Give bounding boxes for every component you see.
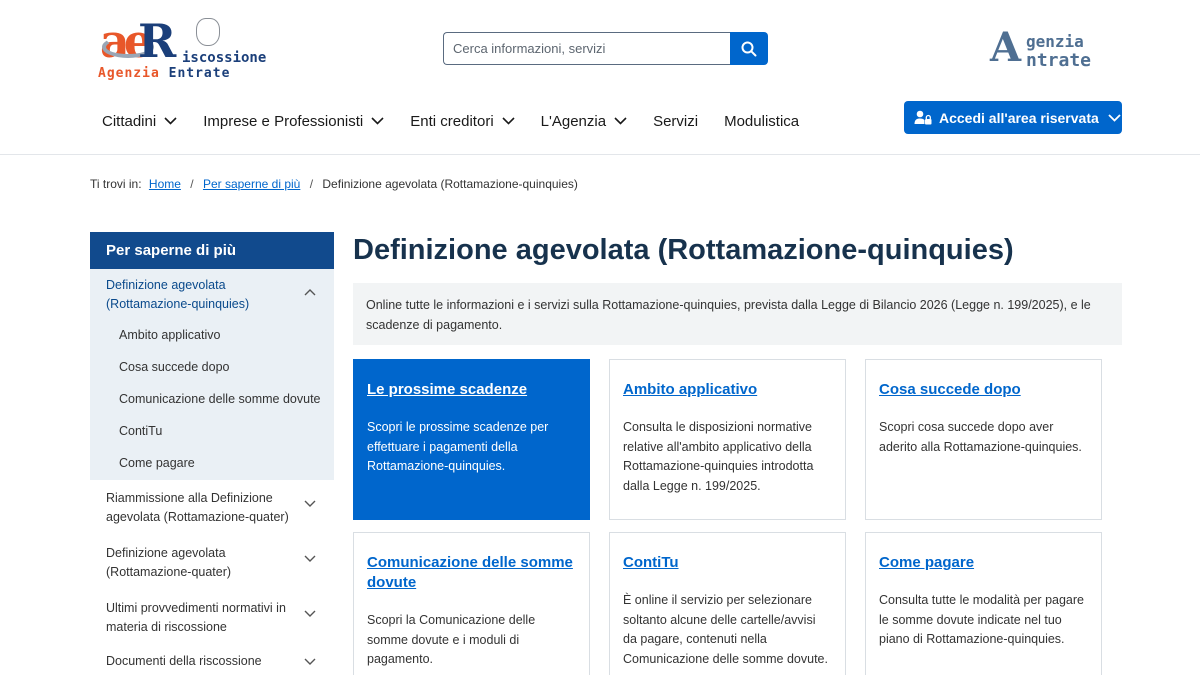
breadcrumb-per-saperne-link[interactable]: Per saperne di più xyxy=(203,177,300,191)
card-title-link[interactable]: Le prossime scadenze xyxy=(367,380,576,400)
card-text: Consulta tutte le modalità per pagare le… xyxy=(879,593,1084,646)
chevron-down-icon xyxy=(304,500,316,507)
chevron-down-icon xyxy=(164,117,177,125)
card-text: Scopri la Comunicazione delle somme dovu… xyxy=(367,613,536,666)
card-text: Scopri cosa succede dopo aver aderito al… xyxy=(879,420,1082,454)
breadcrumb: Ti trovi in: Home / Per saperne di più /… xyxy=(90,177,578,191)
sidebar-active-group: Definizione agevolata (Rottamazione-quin… xyxy=(90,269,334,480)
card-title-link[interactable]: ContiTu xyxy=(623,553,832,573)
chevron-down-icon xyxy=(304,610,316,617)
nav-item-cittadini[interactable]: Cittadini xyxy=(102,113,177,130)
card-text: È online il servizio per selezionare sol… xyxy=(623,593,828,666)
breadcrumb-separator: / xyxy=(190,177,194,191)
page-title: Definizione agevolata (Rottamazione-quin… xyxy=(353,234,1014,266)
card-come-pagare[interactable]: Come pagare Consulta tutte le modalità p… xyxy=(865,532,1102,675)
search-input[interactable] xyxy=(443,32,731,65)
access-button-label: Accedi all'area riservata xyxy=(939,109,1099,126)
intro-box: Online tutte le informazioni e i servizi… xyxy=(353,283,1122,345)
card-prossime-scadenze[interactable]: Le prossime scadenze Scopri le prossime … xyxy=(353,359,590,520)
card-cosa-succede-dopo[interactable]: Cosa succede dopo Scopri cosa succede do… xyxy=(865,359,1102,520)
card-title-link[interactable]: Ambito applicativo xyxy=(623,380,832,400)
breadcrumb-separator: / xyxy=(309,177,314,191)
card-title-link[interactable]: Comunicazione delle somme dovute xyxy=(367,553,576,593)
nav-item-servizi[interactable]: Servizi xyxy=(653,113,698,130)
sidebar-nav: Per saperne di più Definizione agevolata… xyxy=(90,232,334,675)
card-text: Scopri le prossime scadenze per effettua… xyxy=(367,420,549,473)
agenzia-entrate-logo[interactable]: A genzia ntrate xyxy=(990,24,1115,72)
card-title-link[interactable]: Come pagare xyxy=(879,553,1088,573)
chevron-down-icon xyxy=(371,117,384,125)
sidebar-item-riammissione[interactable]: Riammissione alla Definizione agevolata … xyxy=(90,480,334,535)
sidebar-child-cosa-succede-dopo[interactable]: Cosa succede dopo xyxy=(90,352,334,384)
card-title-link[interactable]: Cosa succede dopo xyxy=(879,380,1088,400)
riscossione-logo[interactable]: ae R iscossione Agenzia Entrate xyxy=(98,14,278,82)
sidebar-item-provvedimenti[interactable]: Ultimi provvedimenti normativi in materi… xyxy=(90,590,334,645)
chevron-down-icon xyxy=(1108,113,1121,122)
main-nav: Cittadini Imprese e Professionisti Enti … xyxy=(102,110,825,132)
nav-item-enti-creditori[interactable]: Enti creditori xyxy=(410,113,515,130)
card-ambito-applicativo[interactable]: Ambito applicativo Consulta le disposizi… xyxy=(609,359,846,520)
logo-line-ntrate: ntrate xyxy=(1026,50,1092,71)
sidebar-title: Per saperne di più xyxy=(90,232,334,269)
chevron-down-icon xyxy=(614,117,627,125)
card-text: Consulta le disposizioni normative relat… xyxy=(623,420,814,493)
logo-subtitle: Agenzia Entrate xyxy=(98,66,231,81)
card-comunicazione-somme[interactable]: Comunicazione delle somme dovute Scopri … xyxy=(353,532,590,675)
chevron-down-icon xyxy=(304,658,316,665)
sidebar-item-documenti[interactable]: Documenti della riscossione xyxy=(90,645,334,675)
user-lock-icon xyxy=(914,110,932,125)
logo-mark-a: A xyxy=(990,24,1022,71)
breadcrumb-home-link[interactable]: Home xyxy=(149,177,181,191)
card-contitu[interactable]: ContiTu È online il servizio per selezio… xyxy=(609,532,846,675)
nav-item-modulistica[interactable]: Modulistica xyxy=(724,113,799,130)
sidebar-child-comunicazione[interactable]: Comunicazione delle somme dovute xyxy=(90,384,334,416)
chevron-up-icon xyxy=(304,289,316,296)
site-header: ae R iscossione Agenzia Entrate A genzia… xyxy=(0,0,1200,155)
sidebar-item-rottamazione-quater[interactable]: Definizione agevolata (Rottamazione-quat… xyxy=(90,535,334,590)
sidebar-child-contitu[interactable]: ContiTu xyxy=(90,416,334,448)
chevron-down-icon xyxy=(304,555,316,562)
sidebar-item-rottamazione-quinquies[interactable]: Definizione agevolata (Rottamazione-quin… xyxy=(90,269,334,320)
logo-mark-r: R xyxy=(138,14,177,68)
nav-item-agenzia[interactable]: L'Agenzia xyxy=(541,113,627,130)
chevron-down-icon xyxy=(502,117,515,125)
search-icon xyxy=(741,41,757,56)
sidebar-child-come-pagare[interactable]: Come pagare xyxy=(90,448,334,480)
logo-name: iscossione xyxy=(182,50,267,66)
search-bar xyxy=(443,32,768,65)
breadcrumb-prefix: Ti trovi in: xyxy=(90,177,142,191)
search-button[interactable] xyxy=(730,32,768,65)
logo-line-genzia: genzia xyxy=(1026,32,1084,51)
sidebar-child-ambito-applicativo[interactable]: Ambito applicativo xyxy=(90,320,334,352)
access-reserved-area-button[interactable]: Accedi all'area riservata xyxy=(904,101,1122,134)
breadcrumb-current: Definizione agevolata (Rottamazione-quin… xyxy=(322,177,578,191)
nav-item-imprese[interactable]: Imprese e Professionisti xyxy=(203,113,384,130)
republic-emblem-icon xyxy=(196,18,220,46)
